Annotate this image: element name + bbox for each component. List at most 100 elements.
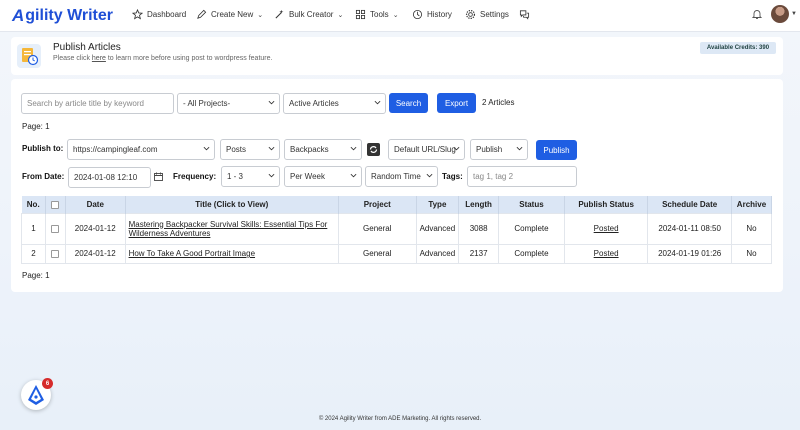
tags-label: Tags: [442,172,463,181]
from-date-input[interactable]: 2024-01-08 12:10 [68,167,151,188]
cell-status: Complete [498,212,565,245]
publish-status-link[interactable]: Posted [594,224,619,233]
publish-button[interactable]: Publish [536,140,577,160]
articles-table: No. Date Title (Click to View) Project T… [21,196,773,264]
app-logo[interactable]: A gility Writer [12,6,113,26]
col-project: Project [338,196,417,213]
chevron-down-icon [453,146,460,151]
chevron-down-icon [268,146,275,151]
select-value: https://campingleaf.com [73,145,158,154]
cell-length: 3088 [458,212,500,245]
nav-label: Bulk Creator [289,10,334,19]
chevron-down-icon [516,146,523,151]
cell-select [44,243,66,264]
nav-label: Dashboard [147,10,187,19]
col-publish-status: Publish Status [564,196,649,213]
help-link[interactable]: here [92,55,106,62]
select-value: Per Week [290,172,325,181]
nav-create-new[interactable]: Create New ⌄ [196,9,263,20]
search-input[interactable]: Search by article title by keyword [21,93,174,114]
avatar[interactable] [771,5,789,23]
refresh-icon[interactable] [367,143,380,156]
article-status-select[interactable]: Active Articles [283,93,386,114]
col-archive: Archive [731,196,773,213]
category-select[interactable]: Backpacks [284,139,362,160]
select-all-checkbox[interactable] [51,200,60,209]
select-value: Publish [476,145,503,154]
cell-publish-status: Posted [563,243,649,264]
article-title-link[interactable]: Mastering Backpacker Survival Skills: Es… [129,220,328,238]
nav-tools[interactable]: Tools ⌄ [355,9,399,20]
row-checkbox[interactable] [51,249,60,258]
row-checkbox[interactable] [51,224,60,233]
post-type-select[interactable]: Posts [220,139,280,160]
chevron-down-icon [350,173,357,178]
cell-date: 2024-01-12 [64,212,126,245]
table-row: 1 2024-01-12 Mastering Backpacker Surviv… [21,212,773,245]
cell-title: Mastering Backpacker Survival Skills: Es… [124,212,339,245]
publish-status-link[interactable]: Posted [594,249,619,258]
history-icon [412,9,423,20]
grid-icon [355,9,366,20]
projects-select[interactable]: - All Projects- [177,93,280,114]
pen-icon [197,9,207,19]
logo-letter: A [12,6,25,25]
publish-to-label: Publish to: [22,144,64,153]
cell-schedule-date: 2024-01-19 01:26 [647,243,732,264]
frequency-label: Frequency: [173,172,217,181]
cell-no: 1 [21,212,46,245]
cell-publish-status: Posted [563,212,649,245]
col-length: Length [458,196,500,213]
export-button[interactable]: Export [437,93,476,113]
nav-history[interactable]: History [412,9,452,20]
table-row: 2 2024-01-12 How To Take A Good Portrait… [21,243,773,264]
chevron-down-icon [268,100,275,105]
period-select[interactable]: Per Week [284,166,362,187]
tags-input[interactable]: tag 1, tag 2 [467,166,577,187]
col-type: Type [416,196,460,213]
publish-action-select[interactable]: Publish [470,139,528,160]
table-header-row: No. Date Title (Click to View) Project T… [21,196,773,213]
chevron-down-icon[interactable]: ▼ [791,11,797,17]
top-navbar: A gility Writer Dashboard Create New ⌄ B… [0,0,800,32]
select-value: Posts [226,145,247,154]
cell-status: Complete [498,243,565,264]
col-no: No. [21,196,46,213]
select-value: Default URL/Slug [394,145,456,154]
col-select [45,196,66,213]
page-indicator-bottom: Page: 1 [22,271,50,280]
footer-text: © 2024 Agility Writer from ADE Marketing… [318,416,482,422]
select-value: Backpacks [290,145,329,154]
cell-archive: No [730,243,773,264]
nav-dashboard[interactable]: Dashboard [132,9,186,20]
document-clock-icon [17,44,41,68]
search-button[interactable]: Search [389,93,428,113]
cell-date: 2024-01-12 [64,243,126,264]
cell-type: Advanced [415,212,460,245]
nav-settings[interactable]: Settings [465,9,509,20]
chevron-down-icon [374,100,381,105]
from-date-label: From Date: [22,172,65,181]
url-slug-select[interactable]: Default URL/Slug [388,139,465,160]
select-value: - All Projects- [183,99,231,108]
article-title-link[interactable]: How To Take A Good Portrait Image [129,249,255,258]
time-select[interactable]: Random Time [365,166,438,187]
frequency-select[interactable]: 1 - 3 [221,166,280,187]
col-schedule-date: Schedule Date [647,196,732,213]
cell-no: 2 [21,243,46,264]
nav-bulk-creator[interactable]: Bulk Creator ⌄ [274,9,343,20]
nav-chat[interactable] [519,9,530,20]
nav-label: Tools [370,10,389,19]
bell-icon[interactable] [751,8,763,20]
star-icon [132,9,143,20]
cell-title: How To Take A Good Portrait Image [124,243,339,264]
notification-badge: 6 [42,378,53,389]
article-count: 2 Articles [482,98,515,107]
subtitle-text: Please click [53,55,92,62]
logo-text: gility Writer [25,7,113,24]
cell-length: 2137 [458,243,500,264]
chat-icon [519,10,530,20]
chevron-down-icon [203,146,210,151]
site-select[interactable]: https://campingleaf.com [67,139,215,160]
calendar-icon[interactable] [154,172,163,181]
